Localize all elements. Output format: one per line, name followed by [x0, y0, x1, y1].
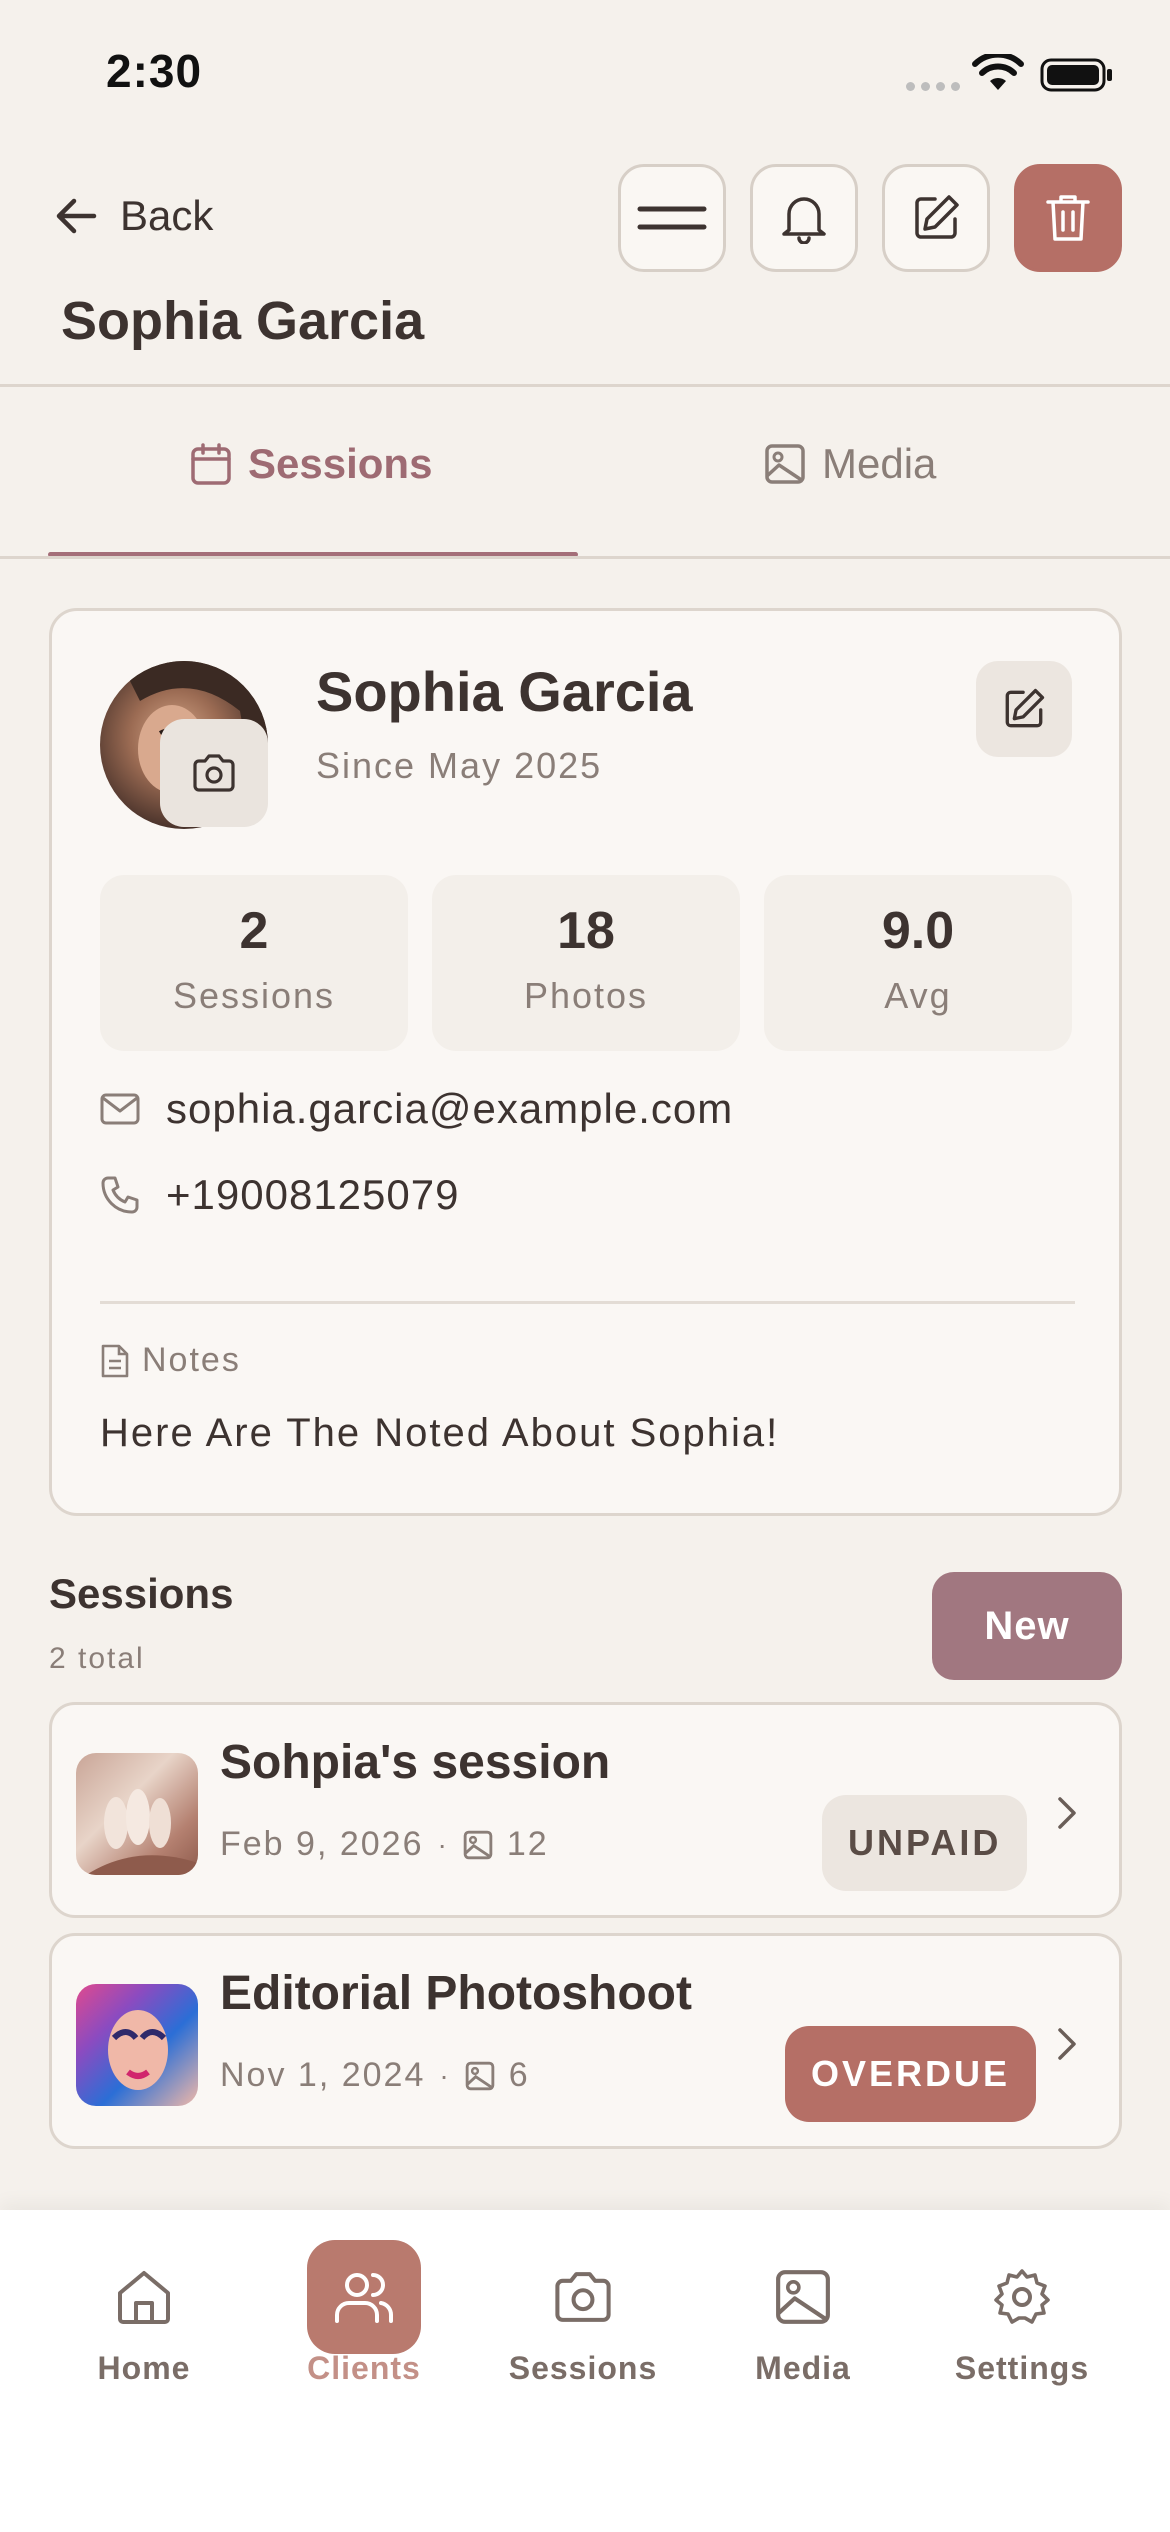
client-phone[interactable]: +19008125079 — [100, 1171, 459, 1219]
nav-label: Home — [97, 2350, 191, 2386]
session-thumbnail — [76, 1984, 198, 2106]
bell-icon — [782, 197, 826, 244]
nav-label: Sessions — [508, 2350, 658, 2386]
notes-label-text: Notes — [142, 1341, 241, 1379]
delete-button[interactable] — [1014, 164, 1122, 272]
status-bar: 2:30 — [0, 0, 1170, 140]
stat-avg: 9.0 Avg — [764, 875, 1072, 1051]
session-date: Nov 1, 2024 — [220, 2056, 426, 2094]
new-session-button[interactable]: New — [932, 1572, 1122, 1680]
tab-label: Sessions — [248, 440, 433, 487]
chevron-right-icon — [1058, 2028, 1076, 2060]
image-icon — [463, 1830, 493, 1859]
document-icon — [101, 1344, 129, 1377]
session-date: Feb 9, 2026 — [220, 1825, 424, 1863]
stat-label: Avg — [884, 975, 952, 1016]
change-photo-button[interactable] — [160, 719, 268, 827]
session-card[interactable]: Sohpia's session Feb 9, 2026 · 12 UNPAID — [49, 1702, 1122, 1918]
bottom-nav: Home Clients Sessions Media Settings — [0, 2210, 1170, 2532]
status-time: 2:30 — [106, 45, 203, 97]
nav-icon-wrap — [965, 2240, 1079, 2354]
nav-settings[interactable]: Settings — [922, 2240, 1122, 2387]
home-icon — [118, 2271, 170, 2324]
mail-icon — [100, 1093, 140, 1125]
menu-icon — [637, 206, 707, 230]
tab-media[interactable]: Media — [764, 440, 936, 488]
notes-text: Here Are The Noted About Sophia! — [100, 1411, 780, 1455]
session-photo-count: 12 — [506, 1825, 549, 1863]
nav-icon-wrap — [526, 2240, 640, 2354]
edit-button[interactable] — [882, 164, 990, 272]
profile-card: Sophia Garcia Since May 2025 2 Sessions … — [49, 608, 1122, 1516]
card-divider — [100, 1301, 1075, 1304]
edit-icon — [1005, 688, 1045, 728]
edit-icon — [915, 195, 959, 239]
stat-photos: 18 Photos — [432, 875, 740, 1051]
session-meta: Feb 9, 2026 · 12 — [220, 1825, 549, 1864]
client-email[interactable]: sophia.garcia@example.com — [100, 1085, 733, 1133]
session-name: Editorial Photoshoot — [220, 1967, 692, 2020]
phone-text: +19008125079 — [166, 1171, 460, 1218]
image-icon — [776, 2270, 830, 2324]
nav-home[interactable]: Home — [44, 2240, 244, 2387]
stat-value: 2 — [239, 902, 269, 960]
chevron-right-icon — [1058, 1797, 1076, 1829]
tabs-divider — [0, 556, 1170, 559]
session-photo-count: 6 — [508, 2056, 530, 2094]
edit-profile-button[interactable] — [976, 661, 1072, 757]
stat-value: 18 — [557, 902, 615, 960]
menu-button[interactable] — [618, 164, 726, 272]
tab-label: Media — [822, 440, 937, 487]
nav-clients[interactable]: Clients — [264, 2240, 464, 2387]
back-label: Back — [120, 192, 214, 239]
image-icon — [765, 444, 805, 484]
image-icon — [465, 2061, 494, 2090]
camera-icon — [193, 754, 235, 792]
stat-label: Sessions — [172, 975, 336, 1016]
camera-icon — [555, 2272, 611, 2322]
session-name: Sohpia's session — [220, 1736, 611, 1789]
session-card[interactable]: Editorial Photoshoot Nov 1, 2024 · 6 OVE… — [49, 1933, 1122, 2149]
arrow-left-icon — [56, 198, 97, 234]
calendar-icon — [191, 443, 231, 485]
phone-icon — [101, 1176, 139, 1214]
stat-label: Photos — [523, 975, 649, 1016]
nav-label: Clients — [307, 2350, 421, 2386]
nav-media[interactable]: Media — [703, 2240, 903, 2387]
sessions-section-title: Sessions — [49, 1570, 234, 1617]
separator-dot: · — [439, 2059, 451, 2091]
stat-sessions: 2 Sessions — [100, 875, 408, 1051]
status-badge: UNPAID — [822, 1795, 1028, 1891]
client-name: Sophia Garcia — [316, 660, 693, 723]
status-badge: OVERDUE — [785, 2026, 1037, 2122]
nav-label: Media — [755, 2350, 851, 2386]
tab-sessions[interactable]: Sessions — [190, 440, 432, 488]
nav-icon-wrap — [307, 2240, 421, 2354]
sessions-count: 2 total — [49, 1642, 145, 1675]
signal-icon — [906, 82, 960, 91]
gear-icon — [994, 2269, 1050, 2324]
stat-value: 9.0 — [881, 902, 955, 960]
client-since: Since May 2025 — [316, 745, 603, 786]
notes-label: Notes — [100, 1341, 241, 1380]
nav-sessions[interactable]: Sessions — [483, 2240, 683, 2387]
page-title: Sophia Garcia — [61, 291, 425, 351]
nav-icon-wrap — [746, 2240, 860, 2354]
users-icon — [335, 2273, 394, 2323]
email-text: sophia.garcia@example.com — [166, 1085, 734, 1132]
nav-label: Settings — [954, 2350, 1090, 2386]
notifications-button[interactable] — [750, 164, 858, 272]
session-thumbnail — [76, 1753, 198, 1875]
nav-icon-wrap — [87, 2240, 201, 2354]
trash-icon — [1046, 195, 1090, 241]
header-divider — [0, 384, 1170, 387]
battery-icon — [1040, 58, 1114, 92]
back-button[interactable]: Back — [54, 192, 213, 240]
session-meta: Nov 1, 2024 · 6 — [220, 2056, 530, 2095]
separator-dot: · — [437, 1828, 449, 1860]
wifi-icon — [972, 54, 1024, 92]
